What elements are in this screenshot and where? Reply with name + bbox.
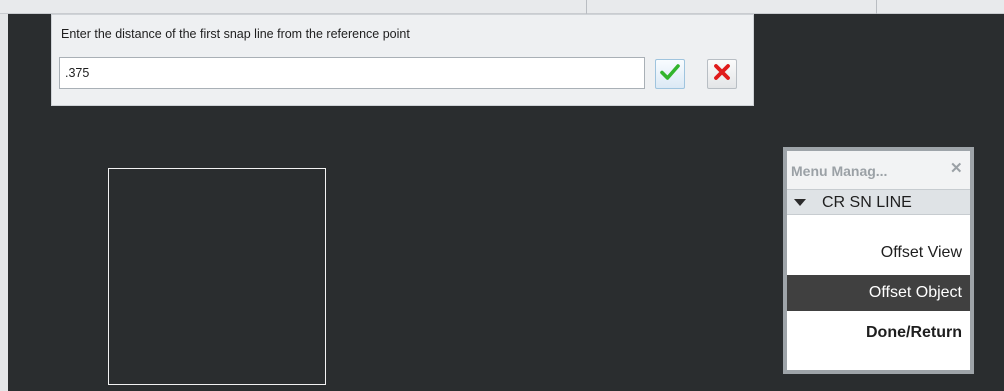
menu-manager-panel: Menu Manag... ✕ CR SN LINE Offset View O… bbox=[783, 147, 974, 374]
cancel-button[interactable] bbox=[707, 59, 737, 89]
input-prompt-dialog: Enter the distance of the first snap lin… bbox=[51, 14, 754, 106]
close-icon[interactable]: ✕ bbox=[950, 161, 963, 177]
menu-item-offset-object[interactable]: Offset Object bbox=[787, 275, 970, 311]
sketch-rectangle[interactable] bbox=[108, 168, 326, 385]
caret-down-icon bbox=[794, 199, 806, 206]
menu-manager-titlebar[interactable]: Menu Manag... ✕ bbox=[787, 151, 970, 189]
top-toolbar-strip bbox=[0, 0, 1004, 14]
green-checkmark-icon bbox=[660, 62, 680, 87]
left-panel-edge bbox=[0, 0, 8, 391]
menu-manager-title: Menu Manag... bbox=[791, 163, 888, 179]
menu-item-done-return[interactable]: Done/Return bbox=[787, 315, 970, 351]
menu-section-header[interactable]: CR SN LINE bbox=[787, 189, 970, 215]
distance-input[interactable] bbox=[59, 57, 645, 89]
toolbar-separator bbox=[586, 0, 587, 14]
red-x-icon bbox=[712, 62, 732, 87]
toolbar-separator bbox=[876, 0, 877, 14]
accept-button[interactable] bbox=[655, 59, 685, 89]
prompt-label: Enter the distance of the first snap lin… bbox=[61, 27, 410, 41]
menu-item-offset-view[interactable]: Offset View bbox=[787, 235, 970, 271]
menu-section-label: CR SN LINE bbox=[822, 194, 912, 211]
